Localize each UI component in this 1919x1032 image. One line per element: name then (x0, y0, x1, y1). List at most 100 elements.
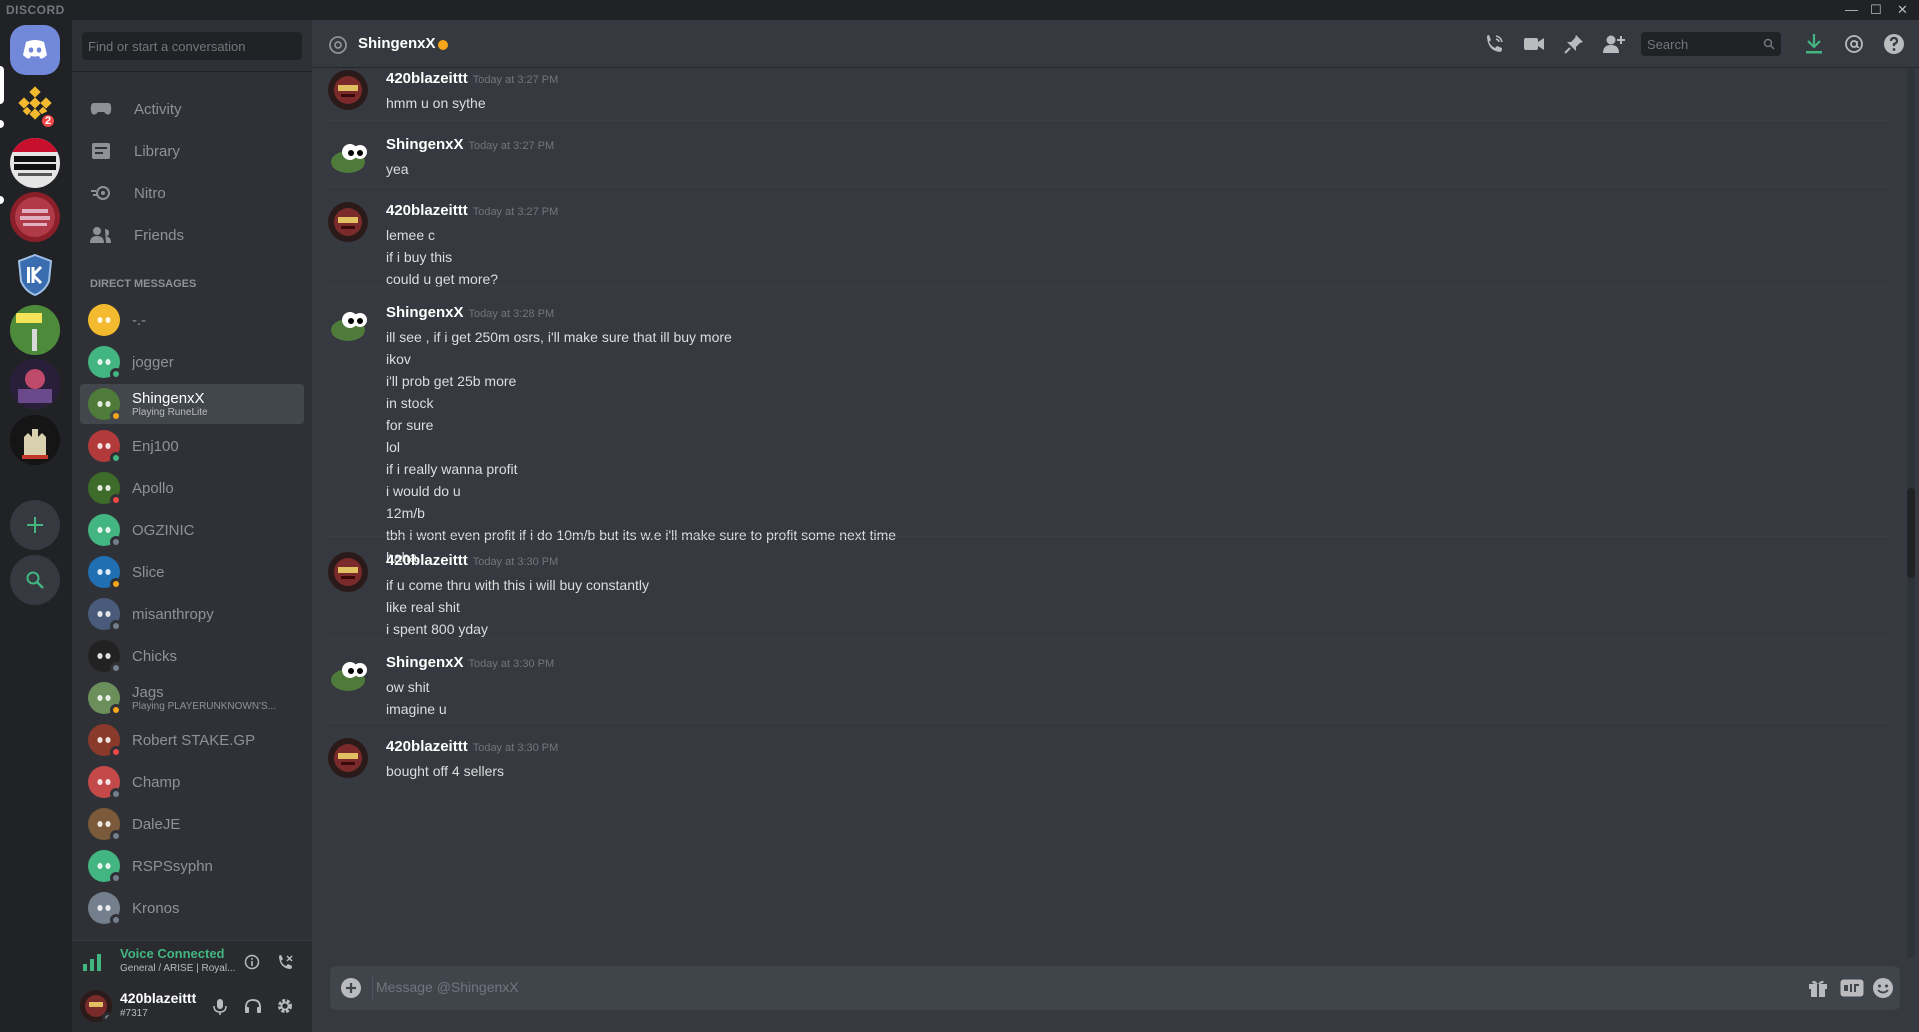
message-author[interactable]: ShingenxX Today at 3:30 PM (386, 654, 554, 671)
dm-item[interactable]: Enj100 (80, 426, 304, 466)
dm-item[interactable]: Jags Playing PLAYERUNKNOWN'S... (80, 678, 304, 718)
message-avatar[interactable] (328, 70, 368, 110)
start-video-call-button[interactable] (1522, 32, 1546, 56)
message-avatar[interactable] (328, 136, 368, 176)
gif-icon[interactable] (1840, 979, 1864, 997)
dm-item[interactable]: Champ (80, 762, 304, 802)
dm-avatar (88, 682, 122, 716)
dm-name: Jags (132, 684, 164, 701)
author-name[interactable]: 420blazeittt (386, 202, 468, 219)
dm-avatar (88, 724, 122, 758)
dm-item[interactable]: Kronos (80, 888, 304, 928)
nav-activity[interactable]: Activity (80, 88, 304, 130)
dm-item[interactable]: RSPSsyphn (80, 846, 304, 886)
message-avatar[interactable] (328, 738, 368, 778)
author-name[interactable]: 420blazeittt (386, 70, 468, 87)
discord-logo-icon (23, 40, 47, 59)
dm-item[interactable]: misanthropy (80, 594, 304, 634)
message-text: ikov (386, 351, 411, 367)
header-search-input[interactable]: Search (1641, 32, 1781, 56)
dm-item[interactable]: Slice (80, 552, 304, 592)
server-ik[interactable] (10, 250, 60, 300)
nav-library[interactable]: Library (80, 130, 304, 172)
gear-icon[interactable] (276, 997, 294, 1015)
message-author[interactable]: 420blazeittt Today at 3:30 PM (386, 738, 558, 755)
message-author[interactable]: ShingenxX Today at 3:27 PM (386, 136, 554, 153)
microphone-icon[interactable] (212, 998, 228, 1016)
connection-info-icon[interactable] (244, 954, 260, 970)
server-yal[interactable] (10, 305, 60, 355)
help-button[interactable] (1882, 32, 1906, 56)
dm-item[interactable]: Robert STAKE.GP (80, 720, 304, 760)
author-name[interactable]: ShingenxX (386, 654, 464, 671)
demolition-sign-icon (10, 138, 60, 176)
message-text: in stock (386, 395, 434, 411)
add-friend-to-dm-button[interactable] (1602, 32, 1626, 56)
voice-channel-label[interactable]: General / ARISE | Royal... (120, 963, 235, 974)
download-apps-button[interactable] (1802, 32, 1826, 56)
message-author[interactable]: 420blazeittt Today at 3:27 PM (386, 202, 558, 219)
message-author[interactable]: 420blazeittt Today at 3:30 PM (386, 552, 558, 569)
frog-avatar-icon (328, 136, 368, 176)
close-window-button[interactable]: ✕ (1897, 2, 1908, 18)
user-avatar[interactable] (80, 990, 112, 1022)
dm-text: Chicks (132, 648, 177, 665)
nav-friends[interactable]: Friends (80, 214, 304, 256)
dm-item[interactable]: -.- (80, 300, 304, 340)
headphones-icon[interactable] (244, 998, 262, 1014)
minimize-button[interactable]: — (1845, 2, 1858, 17)
pinned-messages-button[interactable] (1562, 32, 1586, 56)
start-voice-call-button[interactable] (1482, 32, 1506, 56)
message-text: i spent 800 yday (386, 621, 488, 637)
author-name[interactable]: 420blazeittt (386, 738, 468, 755)
author-name[interactable]: ShingenxX (386, 304, 464, 321)
yal-logo-icon (10, 305, 60, 355)
author-name[interactable]: 420blazeittt (386, 552, 468, 569)
message-text: ill see , if i get 250m osrs, i'll make … (386, 329, 732, 345)
pin-icon (1564, 35, 1583, 54)
dm-item[interactable]: Apollo (80, 468, 304, 508)
dm-avatar (88, 430, 122, 464)
voice-status-label[interactable]: Voice Connected (120, 946, 225, 961)
dm-item[interactable]: Chicks (80, 636, 304, 676)
emoji-icon[interactable] (1872, 977, 1894, 999)
dm-item[interactable]: OGZINIC (80, 510, 304, 550)
status-dot (110, 704, 122, 716)
dm-item[interactable]: jogger (80, 342, 304, 382)
message-scrollbar[interactable] (1907, 68, 1915, 958)
home-button[interactable] (10, 25, 60, 75)
message-author[interactable]: 420blazeittt Today at 3:27 PM (386, 70, 558, 87)
dm-item[interactable]: DaleJE (80, 804, 304, 844)
server-castle[interactable] (10, 415, 60, 465)
mentions-button[interactable] (1842, 32, 1866, 56)
nav-nitro[interactable]: Nitro (80, 172, 304, 214)
search-icon (1763, 38, 1775, 50)
message-input[interactable]: Message @ShingenxX (376, 979, 519, 995)
maximize-button[interactable]: ☐ (1870, 2, 1882, 18)
message-text: lol (386, 439, 401, 455)
disconnect-icon[interactable] (276, 953, 294, 971)
server-trade-center[interactable] (10, 192, 60, 242)
message-timestamp: Today at 3:27 PM (472, 206, 559, 218)
message-text: if i really wanna profit (386, 461, 518, 477)
server-concert[interactable] (10, 359, 60, 409)
message-avatar[interactable] (328, 202, 368, 242)
explore-servers-button[interactable] (10, 555, 60, 605)
server-demolition[interactable] (10, 138, 60, 188)
author-name[interactable]: ShingenxX (386, 136, 464, 153)
message-avatar[interactable] (328, 552, 368, 592)
add-server-button[interactable] (10, 500, 60, 550)
dm-text: Slice (132, 564, 165, 581)
find-conversation-input[interactable]: Find or start a conversation (82, 32, 302, 60)
dm-avatar (88, 304, 120, 336)
dm-item[interactable]: ShingenxX Playing RuneLite (80, 384, 304, 424)
message-author[interactable]: ShingenxX Today at 3:28 PM (386, 304, 554, 321)
message-avatar[interactable] (328, 304, 368, 344)
message-divider (328, 536, 1888, 537)
gift-icon[interactable] (1808, 978, 1828, 998)
user-panel: 420blazeittt #7317 (72, 980, 312, 1032)
dm-name: Apollo (132, 479, 174, 497)
scrollbar-thumb[interactable] (1907, 488, 1915, 578)
message-avatar[interactable] (328, 654, 368, 694)
upload-plus-icon[interactable] (340, 977, 362, 999)
